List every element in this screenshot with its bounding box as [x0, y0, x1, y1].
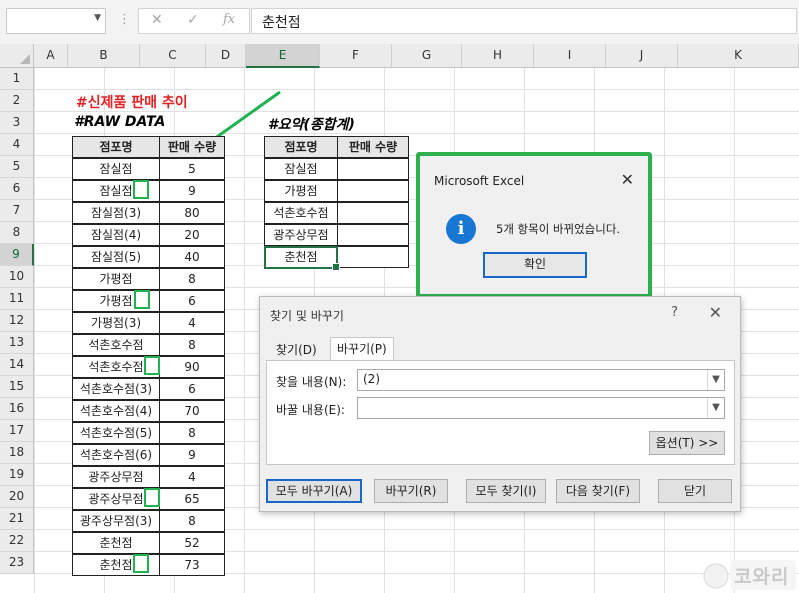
raw-store-cell[interactable]: 광주상무점(3) — [72, 510, 160, 532]
find-label: 찾을 내용(N): — [276, 375, 347, 389]
highlight-marker — [144, 488, 160, 507]
raw-qty-cell[interactable]: 4 — [159, 466, 225, 488]
raw-store-cell[interactable]: 석촌호수점 — [72, 334, 160, 356]
info-icon: i — [446, 214, 476, 244]
raw-store-cell[interactable]: 석촌호수점(6) — [72, 444, 160, 466]
summary-store-cell[interactable]: 가평점 — [264, 180, 338, 202]
raw-qty-cell[interactable]: 4 — [159, 312, 225, 334]
raw-qty-cell[interactable]: 40 — [159, 246, 225, 268]
new-product-title: #신제품 판매 추이 — [76, 95, 188, 111]
summary-qty-cell[interactable] — [337, 224, 409, 246]
raw-store-cell[interactable]: 석촌호수점(5) — [72, 422, 160, 444]
replace-label: 바꿀 내용(E): — [276, 403, 345, 417]
raw-qty-cell[interactable]: 73 — [159, 554, 225, 576]
close-button[interactable]: 닫기 — [658, 479, 732, 503]
raw-data-title: #RAW DATA — [74, 114, 166, 130]
raw-qty-cell[interactable]: 90 — [159, 356, 225, 378]
summary-qty-cell[interactable] — [337, 180, 409, 202]
highlight-marker — [133, 180, 149, 199]
highlight-marker — [144, 356, 160, 375]
summary-store-cell[interactable]: 광주상무점 — [264, 224, 338, 246]
help-icon[interactable]: ? — [671, 305, 678, 320]
replace-dropdown-icon[interactable]: ▼ — [707, 398, 724, 418]
raw-qty-cell[interactable]: 8 — [159, 422, 225, 444]
raw-store-cell[interactable]: 잠실점(3) — [72, 202, 160, 224]
replace-input[interactable]: ▼ — [357, 397, 725, 419]
summary-title: #요약(종합계) — [268, 117, 355, 133]
raw-store-cell[interactable]: 가평점 — [72, 268, 160, 290]
raw-store-cell[interactable]: 잠실점(4) — [72, 224, 160, 246]
message-box-title: Microsoft Excel — [434, 174, 525, 188]
raw-store-cell[interactable]: 광주상무점 — [72, 466, 160, 488]
replace-panel: 찾을 내용(N): (2) ▼ 바꿀 내용(E): ▼ 옵션(T) >> — [266, 360, 735, 465]
logo: 코와리 — [702, 556, 799, 593]
raw-qty-cell[interactable]: 65 — [159, 488, 225, 510]
tab-find[interactable]: 찾기(D) — [270, 339, 323, 361]
options-button[interactable]: 옵션(T) >> — [649, 431, 725, 455]
raw-qty-cell[interactable]: 5 — [159, 158, 225, 180]
raw-header-qty[interactable]: 판매 수량 — [159, 136, 225, 158]
highlight-marker — [133, 554, 149, 573]
summary-header-store[interactable]: 점포명 — [264, 136, 338, 158]
raw-qty-cell[interactable]: 8 — [159, 510, 225, 532]
replace-all-button[interactable]: 모두 바꾸기(A) — [266, 479, 362, 503]
raw-header-store[interactable]: 점포명 — [72, 136, 160, 158]
raw-store-cell[interactable]: 잠실점(5) — [72, 246, 160, 268]
highlight-marker — [134, 290, 150, 309]
raw-qty-cell[interactable]: 9 — [159, 444, 225, 466]
summary-qty-cell[interactable] — [337, 158, 409, 180]
message-box: Microsoft Excel ✕ i 5개 항목이 바뀌었습니다. 확인 — [416, 152, 652, 298]
find-all-button[interactable]: 모두 찾기(I) — [466, 479, 546, 503]
dialog-title: 찾기 및 바꾸기 — [270, 309, 344, 323]
tab-replace[interactable]: 바꾸기(P) — [330, 337, 394, 361]
raw-store-cell[interactable]: 잠실점 — [72, 158, 160, 180]
summary-qty-cell[interactable] — [337, 246, 409, 268]
message-box-close-icon[interactable]: ✕ — [621, 170, 634, 189]
raw-store-cell[interactable]: 석촌호수점(4) — [72, 400, 160, 422]
dialog-close-icon[interactable]: ✕ — [709, 303, 722, 322]
find-dropdown-icon[interactable]: ▼ — [707, 370, 724, 390]
summary-header-qty[interactable]: 판매 수량 — [337, 136, 409, 158]
raw-qty-cell[interactable]: 8 — [159, 268, 225, 290]
raw-qty-cell[interactable]: 8 — [159, 334, 225, 356]
summary-store-cell[interactable]: 석촌호수점 — [264, 202, 338, 224]
ok-button[interactable]: 확인 — [483, 252, 587, 278]
logo-text: 코와리 — [734, 566, 790, 588]
raw-store-cell[interactable]: 가평점(3) — [72, 312, 160, 334]
active-cell-E9[interactable] — [264, 246, 340, 271]
replace-button[interactable]: 바꾸기(R) — [374, 479, 448, 503]
find-input[interactable]: (2) ▼ — [357, 369, 725, 391]
summary-qty-cell[interactable] — [337, 202, 409, 224]
raw-qty-cell[interactable]: 20 — [159, 224, 225, 246]
raw-store-cell[interactable]: 춘천점 — [72, 532, 160, 554]
find-value: (2) — [363, 372, 380, 386]
raw-qty-cell[interactable]: 52 — [159, 532, 225, 554]
find-next-button[interactable]: 다음 찾기(F) — [556, 479, 640, 503]
message-text: 5개 항목이 바뀌었습니다. — [496, 222, 621, 236]
raw-qty-cell[interactable]: 9 — [159, 180, 225, 202]
find-replace-dialog: 찾기 및 바꾸기 ? ✕ 찾기(D) 바꾸기(P) 찾을 내용(N): (2) … — [259, 296, 741, 512]
raw-qty-cell[interactable]: 6 — [159, 290, 225, 312]
raw-qty-cell[interactable]: 70 — [159, 400, 225, 422]
raw-qty-cell[interactable]: 6 — [159, 378, 225, 400]
raw-store-cell[interactable]: 석촌호수점(3) — [72, 378, 160, 400]
summary-store-cell[interactable]: 잠실점 — [264, 158, 338, 180]
raw-qty-cell[interactable]: 80 — [159, 202, 225, 224]
